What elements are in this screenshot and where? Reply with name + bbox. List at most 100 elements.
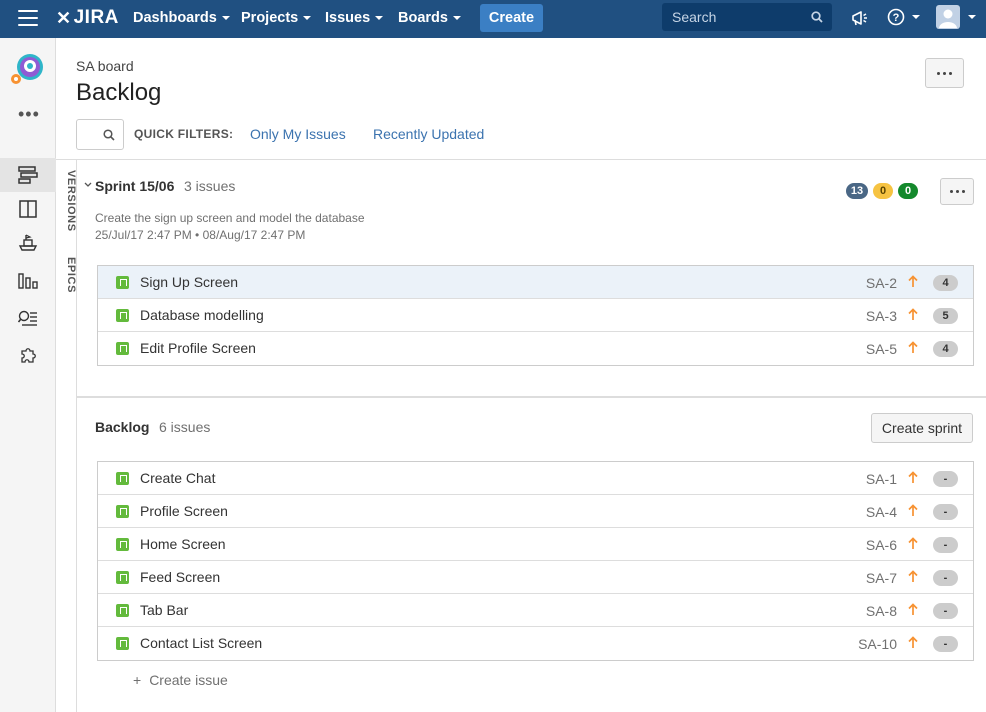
issues-search-icon	[18, 310, 37, 326]
chevron-down-icon	[375, 16, 384, 21]
sidebar-item-issues[interactable]	[0, 301, 56, 335]
issue-key[interactable]: SA-7	[866, 570, 897, 586]
nav-dashboards-label: Dashboards	[133, 10, 217, 26]
user-icon	[936, 5, 960, 29]
sprint-more-button[interactable]	[940, 178, 974, 205]
board-more-button[interactable]	[925, 58, 964, 88]
issue-key[interactable]: SA-8	[866, 603, 897, 619]
nav-issues-label: Issues	[325, 10, 371, 26]
nav-boards-label: Boards	[398, 10, 448, 26]
backlog-issue-count: 6 issues	[159, 419, 211, 435]
project-avatar[interactable]	[10, 52, 44, 86]
divider	[77, 396, 986, 398]
sprint-issue-count: 3 issues	[184, 178, 236, 194]
estimate-badge: -	[933, 471, 958, 487]
issue-summary: Contact List Screen	[140, 635, 263, 651]
board-icon	[19, 200, 37, 218]
filter-only-my-issues[interactable]: Only My Issues	[250, 126, 346, 142]
quick-filters-label: QUICK FILTERS:	[134, 127, 234, 141]
issue-key[interactable]: SA-3	[866, 308, 897, 324]
issue-key[interactable]: SA-2	[866, 275, 897, 291]
issue-row[interactable]: Database modelling SA-3 5	[98, 299, 973, 332]
sprint-name[interactable]: Sprint 15/06	[95, 178, 174, 194]
nav-projects[interactable]: Projects	[241, 0, 312, 38]
sidebar-more-button[interactable]: •••	[18, 104, 40, 125]
user-menu[interactable]	[936, 5, 977, 29]
more-dots-icon	[937, 71, 952, 75]
story-icon	[116, 604, 129, 617]
nav-boards[interactable]: Boards	[398, 0, 461, 38]
chevron-down-icon	[303, 16, 312, 21]
issue-summary: Database modelling	[140, 307, 264, 323]
priority-high-icon	[908, 275, 918, 287]
top-navigation-bar: ✕ JIRA Dashboards Projects Issues Boards…	[0, 0, 986, 38]
story-icon	[116, 637, 129, 650]
epics-tab[interactable]: EPICS	[57, 257, 77, 293]
divider	[56, 159, 986, 160]
search-icon	[103, 129, 115, 141]
page-title: Backlog	[76, 79, 162, 106]
issue-summary: Profile Screen	[140, 503, 228, 519]
issue-row[interactable]: Sign Up Screen SA-2 4	[98, 266, 973, 299]
story-icon	[116, 276, 129, 289]
sidebar-item-addons[interactable]	[0, 338, 56, 372]
issue-row[interactable]: Contact List Screen SA-10 -	[98, 627, 973, 660]
more-dots-icon	[949, 190, 965, 193]
estimate-badge: -	[933, 603, 958, 619]
megaphone-icon[interactable]	[851, 10, 869, 26]
jira-logo-text: JIRA	[73, 7, 119, 28]
jira-logo[interactable]: ✕ JIRA	[56, 7, 119, 29]
sidebar-item-backlog[interactable]	[0, 158, 56, 192]
story-icon	[116, 571, 129, 584]
issue-key[interactable]: SA-4	[866, 504, 897, 520]
versions-tab[interactable]: VERSIONS	[57, 170, 77, 232]
issue-key[interactable]: SA-6	[866, 537, 897, 553]
filter-recently-updated[interactable]: Recently Updated	[373, 126, 484, 142]
estimate-badge: 4	[933, 341, 958, 357]
estimate-badge: -	[933, 504, 958, 520]
sidebar-item-reports[interactable]	[0, 263, 56, 297]
jira-logo-mark: ✕	[56, 7, 72, 28]
estimate-badge: -	[933, 537, 958, 553]
issue-summary: Home Screen	[140, 536, 226, 552]
create-issue-button[interactable]: + Create issue	[133, 672, 228, 688]
nav-projects-label: Projects	[241, 10, 299, 26]
board-name[interactable]: SA board	[76, 58, 134, 74]
issue-row[interactable]: Tab Bar SA-8 -	[98, 594, 973, 627]
nav-dashboards[interactable]: Dashboards	[133, 0, 230, 38]
search-input[interactable]	[672, 9, 807, 25]
backlog-name: Backlog	[95, 419, 150, 435]
backlog-search-input[interactable]	[76, 119, 124, 150]
help-icon-glyph: ?	[893, 12, 900, 24]
sidebar-item-board[interactable]	[0, 192, 56, 226]
issue-key[interactable]: SA-10	[858, 636, 897, 652]
issue-summary: Tab Bar	[140, 602, 189, 618]
hamburger-icon[interactable]	[18, 10, 38, 28]
help-menu[interactable]: ?	[887, 8, 921, 26]
issue-row[interactable]: Profile Screen SA-4 -	[98, 495, 973, 528]
issue-row[interactable]: Home Screen SA-6 -	[98, 528, 973, 561]
reports-icon	[18, 273, 38, 289]
issue-row[interactable]: Feed Screen SA-7 -	[98, 561, 973, 594]
create-sprint-button[interactable]: Create sprint	[871, 413, 973, 443]
sidebar-item-releases[interactable]	[0, 226, 56, 260]
issue-row[interactable]: Edit Profile Screen SA-5 4	[98, 332, 973, 365]
issue-row[interactable]: Create Chat SA-1 -	[98, 462, 973, 495]
backlog-issue-list: Create Chat SA-1- Profile Screen SA-4- Home …	[97, 461, 974, 661]
priority-high-icon	[908, 537, 918, 549]
sprint-done-badge: 0	[898, 183, 918, 199]
puzzle-icon	[21, 348, 36, 363]
priority-high-icon	[908, 341, 918, 353]
search-icon[interactable]	[811, 11, 823, 23]
releases-icon	[18, 234, 38, 251]
nav-issues[interactable]: Issues	[325, 0, 384, 38]
issue-key[interactable]: SA-5	[866, 341, 897, 357]
sprint-issue-list: Sign Up Screen SA-2 4 Database modelling SA-…	[97, 265, 974, 366]
issue-key[interactable]: SA-1	[866, 471, 897, 487]
create-button[interactable]: Create	[480, 4, 543, 32]
issue-summary: Feed Screen	[140, 569, 221, 585]
story-icon	[116, 538, 129, 551]
chevron-down-icon[interactable]	[84, 182, 92, 188]
issue-summary: Create Chat	[140, 470, 216, 486]
help-icon: ?	[887, 8, 905, 26]
